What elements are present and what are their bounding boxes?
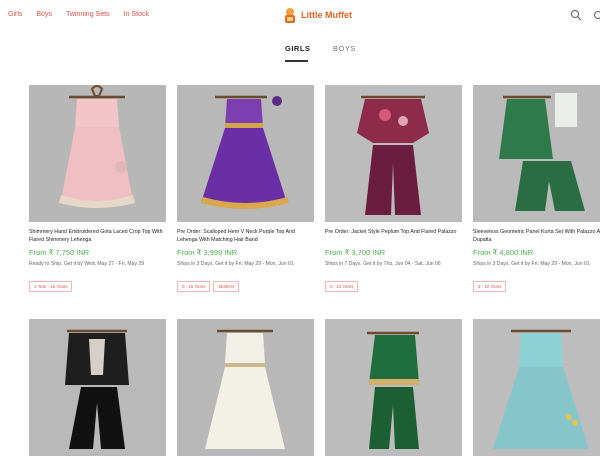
nav-girls[interactable]: Girls [8, 11, 22, 18]
tab-girls[interactable]: GIRLS [285, 44, 308, 62]
product-image[interactable] [177, 85, 314, 222]
tab-boys[interactable]: BOYS [333, 44, 356, 53]
product-card[interactable] [177, 319, 315, 456]
size-tag[interactable]: 3 - 12 Years [473, 281, 506, 292]
product-price: From ₹ 7,750 INR [29, 248, 167, 257]
dress-illustration [325, 85, 462, 222]
dress-illustration [325, 319, 462, 456]
size-tag[interactable]: Mothers [213, 281, 239, 292]
dress-illustration [473, 85, 600, 222]
nav-boys[interactable]: Boys [36, 11, 52, 18]
brand-logo-link[interactable]: Little Muffet [282, 6, 352, 24]
brand-logo-icon [282, 6, 298, 24]
site-header: Girls Boys Twinning Sets In Stock Little… [0, 0, 600, 30]
product-card[interactable]: Pre Order: Jacket Style Peplum Top And F… [325, 85, 463, 292]
shipping-info: Ships in 3 Days. Get it by Fri, May 29 -… [473, 260, 600, 278]
size-tag[interactable]: 0 - 15 Years [177, 281, 210, 292]
product-card[interactable]: Shimmery Hand Embroidered Gota Laced Cro… [29, 85, 167, 292]
product-card[interactable] [325, 319, 463, 456]
dress-illustration [177, 85, 314, 222]
product-image[interactable] [473, 85, 600, 222]
product-title[interactable]: Sleeveless Geometric Panel Kurta Set Wit… [473, 229, 600, 244]
product-card[interactable] [29, 319, 167, 456]
product-image[interactable] [29, 85, 166, 222]
nav-in-stock[interactable]: In Stock [124, 11, 149, 18]
category-tabs: GIRLS BOYS [0, 44, 600, 64]
search-icon[interactable] [570, 9, 582, 21]
more-icon[interactable] [594, 10, 600, 20]
product-title[interactable]: Shimmery Hand Embroidered Gota Laced Cro… [29, 229, 167, 244]
size-tag[interactable]: 1 Year - 16 Years [29, 281, 72, 292]
product-title[interactable]: Pre Order: Jacket Style Peplum Top And F… [325, 229, 463, 244]
nav-twinning-sets[interactable]: Twinning Sets [66, 11, 110, 18]
dress-illustration [29, 319, 166, 456]
product-image[interactable] [325, 85, 462, 222]
shipping-info: Ready to Ship. Get it by Wed, May 27 - F… [29, 260, 167, 278]
product-price: From ₹ 3,700 INR [325, 248, 463, 257]
shipping-info: Ships in 7 Days. Get it by Thu, Jun 04 -… [325, 260, 463, 278]
product-image[interactable] [177, 319, 314, 456]
size-tag[interactable]: 0 - 12 Years [325, 281, 358, 292]
product-card[interactable] [473, 319, 600, 456]
main-nav: Girls Boys Twinning Sets In Stock [8, 11, 163, 18]
brand-name: Little Muffet [301, 10, 352, 20]
product-image[interactable] [473, 319, 600, 456]
product-card[interactable]: Pre Order: Scalloped Hem V Neck Purple T… [177, 85, 315, 292]
dress-illustration [473, 319, 600, 456]
product-card[interactable]: Sleeveless Geometric Panel Kurta Set Wit… [473, 85, 600, 292]
product-image[interactable] [29, 319, 166, 456]
product-title[interactable]: Pre Order: Scalloped Hem V Neck Purple T… [177, 229, 315, 244]
shipping-info: Ships in 3 Days. Get it by Fri, May 29 -… [177, 260, 315, 278]
product-price: From ₹ 4,800 INR [473, 248, 600, 257]
dress-illustration [29, 85, 166, 222]
dress-illustration [177, 319, 314, 456]
product-image[interactable] [325, 319, 462, 456]
product-price: From ₹ 3,999 INR [177, 248, 315, 257]
